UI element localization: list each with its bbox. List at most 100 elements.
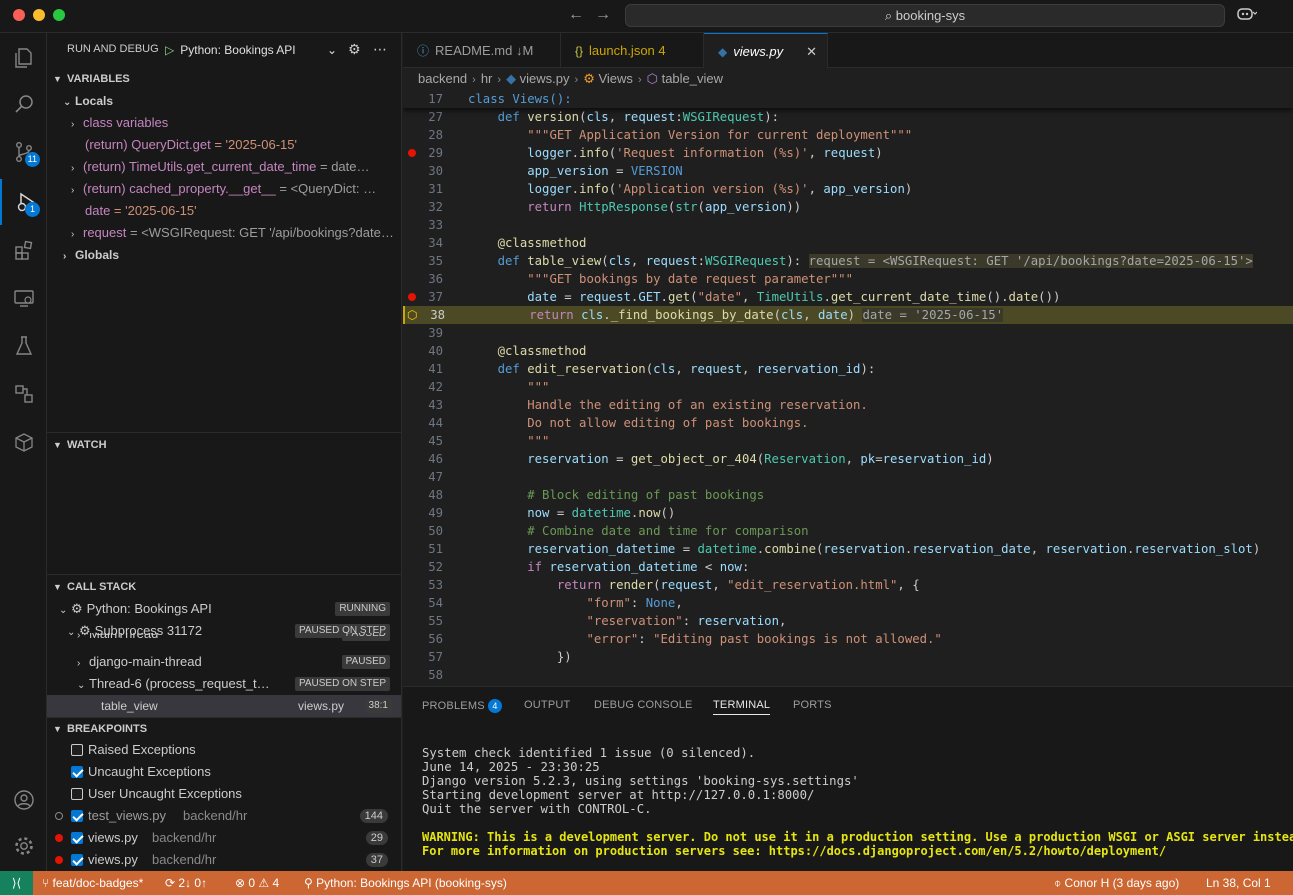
- variable-row[interactable]: › (return) TimeUtils.get_current_date_tim…: [47, 156, 401, 178]
- code-line[interactable]: 44 Do not allow editing of past bookings…: [403, 414, 1293, 432]
- breadcrumb-item[interactable]: views.py: [520, 71, 570, 86]
- tab-terminal[interactable]: TERMINAL: [713, 699, 771, 715]
- code-line[interactable]: 53 return render(request, "edit_reservat…: [403, 576, 1293, 594]
- breakpoint-checkbox[interactable]: [71, 832, 83, 844]
- extensions-icon[interactable]: [0, 227, 47, 273]
- explorer-icon[interactable]: [0, 35, 47, 81]
- tab-readme[interactable]: ⓘ README.md ↓M: [403, 33, 561, 68]
- tab-launch-json[interactable]: {} launch.json 4: [561, 33, 704, 68]
- stack-frame-row[interactable]: table_view views.py 38:1: [47, 695, 401, 717]
- code-line[interactable]: 42 """: [403, 378, 1293, 396]
- code-line[interactable]: 47: [403, 468, 1293, 486]
- references-icon[interactable]: [0, 371, 47, 417]
- code-line[interactable]: 51 reservation_datetime = datetime.combi…: [403, 540, 1293, 558]
- code-line[interactable]: 54 "form": None,: [403, 594, 1293, 612]
- breakpoint-row[interactable]: User Uncaught Exceptions: [47, 783, 401, 805]
- variable-row[interactable]: › request = <WSGIRequest: GET '/api/booki…: [47, 222, 401, 244]
- call-stack-section-header[interactable]: ▼ CALL STACK: [47, 576, 401, 598]
- code-line[interactable]: 29 logger.info('Request information (%s)…: [403, 144, 1293, 162]
- variable-row[interactable]: › class variables: [47, 112, 401, 134]
- back-arrow-icon[interactable]: ←: [568, 6, 584, 24]
- cursor-position[interactable]: Ln 38, Col 1: [1206, 871, 1271, 895]
- debug-config-select[interactable]: ▷ Python: Bookings API ⌄: [165, 40, 341, 62]
- code-line[interactable]: 37 date = request.GET.get("date", TimeUt…: [403, 288, 1293, 306]
- breakpoint-row[interactable]: Raised Exceptions: [47, 739, 401, 761]
- call-stack-thread[interactable]: › MainThread PAUSED: [47, 633, 401, 642]
- breadcrumb-item[interactable]: backend: [418, 71, 467, 86]
- code-line[interactable]: 39: [403, 324, 1293, 342]
- code-line[interactable]: 34 @classmethod: [403, 234, 1293, 252]
- forward-arrow-icon[interactable]: →: [595, 6, 611, 24]
- code-line[interactable]: 32 return HttpResponse(str(app_version)): [403, 198, 1293, 216]
- tab-ports[interactable]: PORTS: [793, 699, 832, 711]
- code-line[interactable]: 58: [403, 666, 1293, 684]
- code-line[interactable]: 46 reservation = get_object_or_404(Reser…: [403, 450, 1293, 468]
- close-window-button[interactable]: [13, 9, 25, 21]
- code-line[interactable]: 48 # Block editing of past bookings: [403, 486, 1293, 504]
- gear-icon[interactable]: [0, 823, 47, 869]
- watch-section-header[interactable]: ▼ WATCH: [47, 434, 401, 456]
- code-line[interactable]: 36 """GET bookings by date request param…: [403, 270, 1293, 288]
- call-stack-thread[interactable]: ⌄ Thread-6 (process_request_t… PAUSED ON S…: [47, 673, 401, 695]
- breakpoint-checkbox[interactable]: [71, 854, 83, 866]
- git-blame-status[interactable]: ⌽ Conor H (3 days ago): [1054, 871, 1179, 895]
- tab-output[interactable]: OUTPUT: [524, 699, 570, 711]
- account-icon[interactable]: [0, 777, 47, 823]
- variable-row[interactable]: (return) QueryDict.get = '2025-06-15': [47, 134, 401, 156]
- code-line[interactable]: 55 "reservation": reservation,: [403, 612, 1293, 630]
- problems-status[interactable]: ⊗ 0 ⚠ 4: [235, 871, 279, 895]
- search-icon[interactable]: [0, 81, 47, 127]
- copilot-icon[interactable]: [1237, 6, 1258, 25]
- code-line[interactable]: 45 """: [403, 432, 1293, 450]
- code-line[interactable]: 35 def table_view(cls, request:WSGIReque…: [403, 252, 1293, 270]
- source-control-icon[interactable]: 11: [0, 129, 47, 175]
- code-line[interactable]: 43 Handle the editing of an existing res…: [403, 396, 1293, 414]
- variables-section-header[interactable]: ▼ VARIABLES: [47, 68, 401, 90]
- branch-status[interactable]: ⑂ feat/doc-badges*: [42, 871, 143, 895]
- maximize-window-button[interactable]: [53, 9, 65, 21]
- debug-settings-gear-icon[interactable]: ⚙: [348, 41, 361, 58]
- testing-icon[interactable]: [0, 323, 47, 369]
- call-stack-thread[interactable]: › django-main-thread PAUSED: [47, 651, 401, 673]
- docker-icon[interactable]: [0, 419, 47, 465]
- code-line[interactable]: 49 now = datetime.now(): [403, 504, 1293, 522]
- breadcrumb-item[interactable]: hr: [481, 71, 493, 86]
- code-line[interactable]: 50 # Combine date and time for compariso…: [403, 522, 1293, 540]
- code-line[interactable]: 27 def version(cls, request:WSGIRequest)…: [403, 108, 1293, 126]
- breakpoint-row[interactable]: Uncaught Exceptions: [47, 761, 401, 783]
- breakpoint-row[interactable]: views.py backend/hr 37: [47, 849, 401, 871]
- sync-status[interactable]: ⟳ 2↓ 0↑: [165, 871, 207, 895]
- call-stack-session[interactable]: ⌄ ⚙ Python: Bookings API RUNNING: [47, 598, 401, 620]
- code-line[interactable]: 33: [403, 216, 1293, 234]
- remote-indicator-icon[interactable]: ⟩⟨: [0, 871, 33, 895]
- breakpoints-section-header[interactable]: ▼ BREAKPOINTS: [47, 718, 401, 740]
- breakpoint-checkbox[interactable]: [71, 744, 83, 756]
- sticky-scroll-line[interactable]: 17 class Views():: [403, 90, 1293, 108]
- code-line[interactable]: 41 def edit_reservation(cls, request, re…: [403, 360, 1293, 378]
- more-actions-icon[interactable]: ⋯: [373, 41, 387, 58]
- breakpoint-checkbox[interactable]: [71, 810, 83, 822]
- minimize-window-button[interactable]: [33, 9, 45, 21]
- code-line[interactable]: 28 """GET Application Version for curren…: [403, 126, 1293, 144]
- variable-row[interactable]: › (return) cached_property.__get__ = <Que…: [47, 178, 401, 200]
- code-line[interactable]: ⬡ 38 return cls._find_bookings_by_date(cl…: [403, 306, 1293, 324]
- breakpoint-row[interactable]: test_views.py backend/hr 144: [47, 805, 401, 827]
- breadcrumb-item[interactable]: Views: [598, 71, 632, 86]
- start-debugging-icon[interactable]: ▷: [165, 43, 174, 57]
- locals-scope[interactable]: ⌄ Locals: [47, 90, 401, 112]
- code-line[interactable]: 40 @classmethod: [403, 342, 1293, 360]
- tab-debug-console[interactable]: DEBUG CONSOLE: [594, 699, 693, 711]
- close-tab-icon[interactable]: ✕: [806, 34, 817, 69]
- tab-problems[interactable]: PROBLEMS 4: [422, 699, 502, 713]
- code-line[interactable]: 56 "error": "Editing past bookings is no…: [403, 630, 1293, 648]
- breakpoint-row[interactable]: views.py backend/hr 29: [47, 827, 401, 849]
- breadcrumb-item[interactable]: table_view: [662, 71, 723, 86]
- run-and-debug-icon[interactable]: 1: [0, 179, 47, 225]
- code-line[interactable]: 31 logger.info('Application version (%s)…: [403, 180, 1293, 198]
- tab-views-py[interactable]: ◆ views.py ✕: [704, 33, 828, 68]
- code-line[interactable]: 30 app_version = VERSION: [403, 162, 1293, 180]
- debug-status[interactable]: ⚲ Python: Bookings API (booking-sys): [304, 871, 507, 895]
- breakpoint-checkbox[interactable]: [71, 766, 83, 778]
- variable-row[interactable]: date = '2025-06-15': [47, 200, 401, 222]
- globals-scope[interactable]: › Globals: [47, 244, 401, 266]
